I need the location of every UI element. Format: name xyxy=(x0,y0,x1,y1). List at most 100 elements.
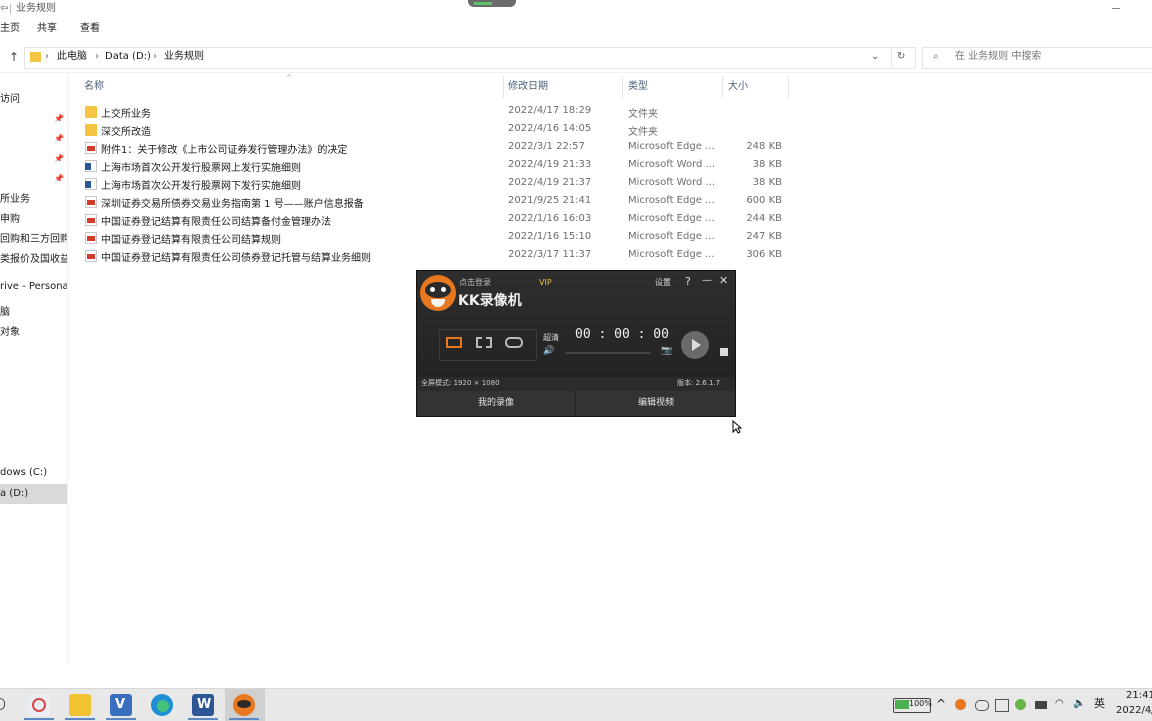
edge-icon[interactable] xyxy=(151,694,173,716)
column-type[interactable]: 类型 xyxy=(628,80,648,94)
chevron-up-icon[interactable]: ^ xyxy=(936,697,946,711)
column-name[interactable]: 名称 xyxy=(84,80,104,94)
app-name: KK录像机 xyxy=(458,293,522,309)
mascot-face-icon xyxy=(425,282,451,298)
file-date: 2022/3/17 11:37 xyxy=(508,249,592,260)
cloud-icon[interactable] xyxy=(975,700,989,711)
kk-recorder-icon[interactable] xyxy=(233,694,255,716)
file-size: 38 KB xyxy=(752,159,782,170)
kk-recorder-window[interactable]: 点击登录 VIP 设置 ? — ✕ KK录像机 超清 🔊 00 : 00 : 0… xyxy=(416,270,736,417)
nav-item-drive-c[interactable]: dows (C:) xyxy=(0,466,67,480)
tab-view[interactable]: 查看 xyxy=(80,22,100,36)
up-icon[interactable]: ↑ xyxy=(9,50,19,64)
file-row[interactable]: 附件1：关于修改《上市公司证券发行管理办法》的决定 2022/3/1 22:57… xyxy=(80,139,790,157)
nav-item-this-pc[interactable]: 脑 xyxy=(0,306,67,320)
vip-badge[interactable]: VIP xyxy=(539,278,552,287)
battery-icon[interactable]: 100% xyxy=(893,698,932,713)
column-divider[interactable] xyxy=(788,76,789,98)
edit-video-button[interactable]: 编辑视频 xyxy=(577,391,735,416)
breadcrumb-folder[interactable]: 业务规则 xyxy=(164,50,204,64)
file-row[interactable]: 中国证券登记结算有限责任公司结算规则 2022/1/16 15:10 Micro… xyxy=(80,229,790,247)
pin-icon[interactable]: 📌 xyxy=(54,114,64,123)
clipboard-icon[interactable] xyxy=(995,699,1009,712)
word-icon[interactable]: W xyxy=(192,694,214,716)
file-row[interactable]: 上交所业务 2022/4/17 18:29 文件夹 xyxy=(80,103,790,121)
login-link[interactable]: 点击登录 xyxy=(459,277,491,288)
wifi-icon[interactable]: ◠ xyxy=(1055,697,1064,711)
clock-time[interactable]: 21:41 xyxy=(1126,690,1152,701)
column-divider[interactable] xyxy=(622,76,623,98)
pin-icon[interactable]: 📌 xyxy=(54,174,64,183)
tab-share[interactable]: 共享 xyxy=(37,22,57,36)
stop-icon[interactable] xyxy=(720,348,728,356)
snipping-tool-icon[interactable] xyxy=(28,694,50,716)
file-row[interactable]: 深圳证券交易所债券交易业务指南第 1 号——账户信息报备 2021/9/25 2… xyxy=(80,193,790,211)
nav-item-onedrive[interactable]: rive - Persona xyxy=(0,280,67,294)
file-row[interactable]: 深交所改造 2022/4/16 14:05 文件夹 xyxy=(80,121,790,139)
minimize-icon[interactable] xyxy=(1112,8,1120,9)
nav-item-quick-access[interactable]: 访问 xyxy=(0,93,67,107)
speaker-icon[interactable]: 🔈 xyxy=(1073,697,1085,711)
pdf-icon xyxy=(85,232,97,244)
column-date[interactable]: 修改日期 xyxy=(508,80,548,94)
power-plug-icon[interactable] xyxy=(1035,701,1047,709)
file-row[interactable]: 中国证券登记结算有限责任公司结算备付金管理办法 2022/1/16 16:03 … xyxy=(80,211,790,229)
pdf-icon xyxy=(85,142,97,154)
nav-item-drive-d[interactable]: a (D:) xyxy=(0,484,67,504)
pin-icon[interactable]: 📌 xyxy=(54,154,64,163)
record-button[interactable] xyxy=(681,331,709,359)
file-name: 上海市场首次公开发行股票网下发行实施细则 xyxy=(101,181,301,192)
ribbon: 主页 共享 查看 xyxy=(0,18,1152,42)
mascot-logo-icon xyxy=(420,275,456,311)
settings-link[interactable]: 设置 xyxy=(655,277,671,288)
refresh-icon[interactable]: ↻ xyxy=(897,50,905,64)
file-name: 深圳证券交易所债券交易业务指南第 1 号——账户信息报备 xyxy=(101,199,364,210)
back-icon[interactable]: ⇦ xyxy=(0,2,8,16)
word-icon xyxy=(85,160,97,172)
file-row[interactable]: 上海市场首次公开发行股票网上发行实施细则 2022/4/19 21:33 Mic… xyxy=(80,157,790,175)
breadcrumb-this-pc[interactable]: 此电脑 xyxy=(57,50,87,64)
search-icon[interactable] xyxy=(0,698,5,710)
ime-indicator[interactable]: 英 xyxy=(1094,697,1105,711)
camera-icon[interactable]: 📷 xyxy=(661,346,672,356)
word-glyph: W xyxy=(197,697,212,712)
nav-item-repo[interactable]: 回购和三方回购 xyxy=(0,233,67,247)
recorder-footer: 我的录像 编辑视频 xyxy=(417,391,735,416)
close-icon[interactable]: ✕ xyxy=(719,274,728,287)
minimize-icon[interactable]: — xyxy=(702,275,712,286)
column-divider[interactable] xyxy=(503,76,504,98)
pin-icon[interactable]: 📌 xyxy=(54,134,64,143)
file-row[interactable]: 中国证券登记结算有限责任公司债券登记托管与结算业务细则 2022/3/17 11… xyxy=(80,247,790,265)
breadcrumb[interactable]: › 此电脑 › Data (D:) › 业务规则 ⌄ ↻ xyxy=(24,47,916,69)
volume-slider[interactable] xyxy=(565,352,651,354)
clock-date[interactable]: 2022/4/ xyxy=(1116,705,1152,716)
game-mode-icon[interactable] xyxy=(505,337,523,348)
nav-item-quote[interactable]: 类报价及国收益 xyxy=(0,253,67,267)
volume-icon[interactable]: 🔊 xyxy=(543,346,554,356)
nav-item-3d-objects[interactable]: 对象 xyxy=(0,326,67,340)
fullscreen-mode-icon[interactable] xyxy=(446,337,462,348)
file-row[interactable]: 上海市场首次公开发行股票网下发行实施细则 2022/4/19 21:37 Mic… xyxy=(80,175,790,193)
my-recordings-button[interactable]: 我的录像 xyxy=(417,391,576,416)
mascot-mouth-icon xyxy=(431,299,445,307)
search-input[interactable]: ⌕ 在 业务规则 中搜索 xyxy=(922,47,1152,69)
file-type: Microsoft Edge ... xyxy=(628,213,715,224)
360-icon[interactable] xyxy=(1015,699,1026,710)
file-type: Microsoft Edge ... xyxy=(628,231,715,242)
tab-home[interactable]: 主页 xyxy=(0,22,20,36)
file-explorer-icon[interactable] xyxy=(69,694,91,716)
file-date: 2022/3/1 22:57 xyxy=(508,141,585,152)
nav-item-exchange-business[interactable]: 所业务 xyxy=(0,193,67,207)
breadcrumb-drive[interactable]: Data (D:) xyxy=(105,50,151,64)
column-size[interactable]: 大小 xyxy=(728,80,748,94)
nav-item-subscription[interactable]: 申购 xyxy=(0,213,67,227)
visio-icon[interactable]: V xyxy=(110,694,132,716)
kk-tray-icon[interactable] xyxy=(955,699,966,710)
chevron-down-icon[interactable]: ⌄ xyxy=(871,50,879,64)
folder-icon xyxy=(85,106,97,118)
column-divider[interactable] xyxy=(722,76,723,98)
quality-label[interactable]: 超清 xyxy=(543,332,559,343)
file-date: 2022/1/16 16:03 xyxy=(508,213,592,224)
region-mode-icon[interactable] xyxy=(476,337,492,348)
help-icon[interactable]: ? xyxy=(685,275,691,288)
